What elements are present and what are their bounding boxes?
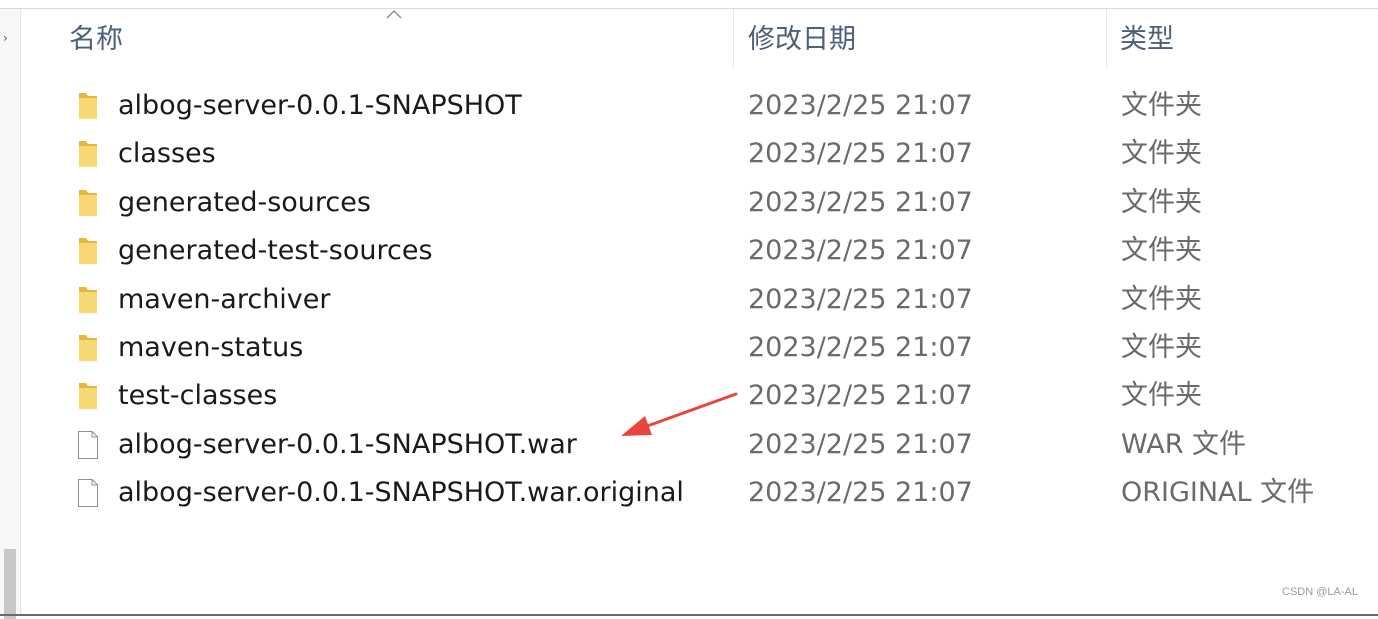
file-type: 文件夹 xyxy=(1121,90,1202,121)
file-date-modified: 2023/2/25 21:07 xyxy=(748,138,973,170)
file-name[interactable]: test-classes xyxy=(118,372,277,420)
file-name[interactable]: albog-server-0.0.1-SNAPSHOT.war.original xyxy=(118,469,684,517)
file-date-modified: 2023/2/25 21:07 xyxy=(748,90,973,121)
file-type: 文件夹 xyxy=(1121,235,1202,267)
column-header-date-modified[interactable]: 修改日期 xyxy=(748,9,1103,67)
file-name[interactable]: classes xyxy=(118,130,216,178)
file-date-modified: 2023/2/25 21:07 xyxy=(748,331,973,363)
watermark: CSDN @LA-AL xyxy=(1282,586,1358,598)
file-explorer-window: › 名称 修改日期 类型 albog-server-0.0.1-SNAPSHOT… xyxy=(0,0,1378,619)
column-header-row: 名称 修改日期 类型 xyxy=(20,9,1378,67)
red-arrow-icon xyxy=(621,392,738,436)
chevron-right-icon[interactable]: › xyxy=(3,31,11,45)
file-name[interactable]: maven-archiver xyxy=(118,276,331,324)
column-header-type[interactable]: 类型 xyxy=(1120,9,1370,67)
column-divider[interactable] xyxy=(1106,9,1107,67)
file-name[interactable]: maven-status xyxy=(118,324,303,372)
file-name[interactable]: albog-server-0.0.1-SNAPSHOT.war xyxy=(118,421,577,469)
folder-icon xyxy=(77,91,99,121)
scrollbar-thumb[interactable] xyxy=(4,549,16,619)
file-row[interactable]: maven-archiver 2023/2/25 21:07 文件夹 xyxy=(20,276,1378,324)
file-type: 文件夹 xyxy=(1121,331,1202,363)
folder-icon xyxy=(77,236,99,266)
column-header-name[interactable]: 名称 xyxy=(69,9,729,67)
folder-icon xyxy=(77,333,99,363)
file-date-modified: 2023/2/25 21:07 xyxy=(748,186,973,218)
file-name[interactable]: generated-sources xyxy=(118,179,371,227)
file-row[interactable]: albog-server-0.0.1-SNAPSHOT 2023/2/25 21:… xyxy=(20,82,1378,130)
file-name[interactable]: generated-test-sources xyxy=(118,227,433,275)
file-type: 文件夹 xyxy=(1121,186,1202,218)
folder-icon xyxy=(77,188,99,218)
file-type: 文件夹 xyxy=(1121,380,1202,412)
bottom-border xyxy=(0,614,1378,616)
file-row[interactable]: generated-test-sources 2023/2/25 21:07 文件夹 xyxy=(20,227,1378,275)
file-type: 文件夹 xyxy=(1121,283,1202,315)
file-date-modified: 2023/2/25 21:07 xyxy=(748,428,973,460)
folder-icon xyxy=(77,285,99,315)
file-name[interactable]: albog-server-0.0.1-SNAPSHOT xyxy=(118,82,522,130)
file-icon xyxy=(77,430,99,460)
column-divider[interactable] xyxy=(733,9,734,67)
file-row[interactable]: maven-status 2023/2/25 21:07 文件夹 xyxy=(20,324,1378,372)
file-row[interactable]: classes 2023/2/25 21:07 文件夹 xyxy=(20,130,1378,178)
file-date-modified: 2023/2/25 21:07 xyxy=(748,380,973,412)
file-type: WAR 文件 xyxy=(1121,428,1247,460)
file-type: ORIGINAL 文件 xyxy=(1121,477,1315,509)
folder-icon xyxy=(77,139,99,169)
folder-icon xyxy=(77,381,99,411)
file-date-modified: 2023/2/25 21:07 xyxy=(748,235,973,267)
file-icon xyxy=(77,478,99,508)
navigation-pane-edge: › xyxy=(0,9,21,619)
file-date-modified: 2023/2/25 21:07 xyxy=(748,477,973,509)
file-row[interactable]: generated-sources 2023/2/25 21:07 文件夹 xyxy=(20,179,1378,227)
file-type: 文件夹 xyxy=(1121,138,1202,170)
file-date-modified: 2023/2/25 21:07 xyxy=(748,283,973,315)
file-list: albog-server-0.0.1-SNAPSHOT 2023/2/25 21:… xyxy=(20,82,1378,518)
file-row[interactable]: albog-server-0.0.1-SNAPSHOT.war.original… xyxy=(20,469,1378,517)
